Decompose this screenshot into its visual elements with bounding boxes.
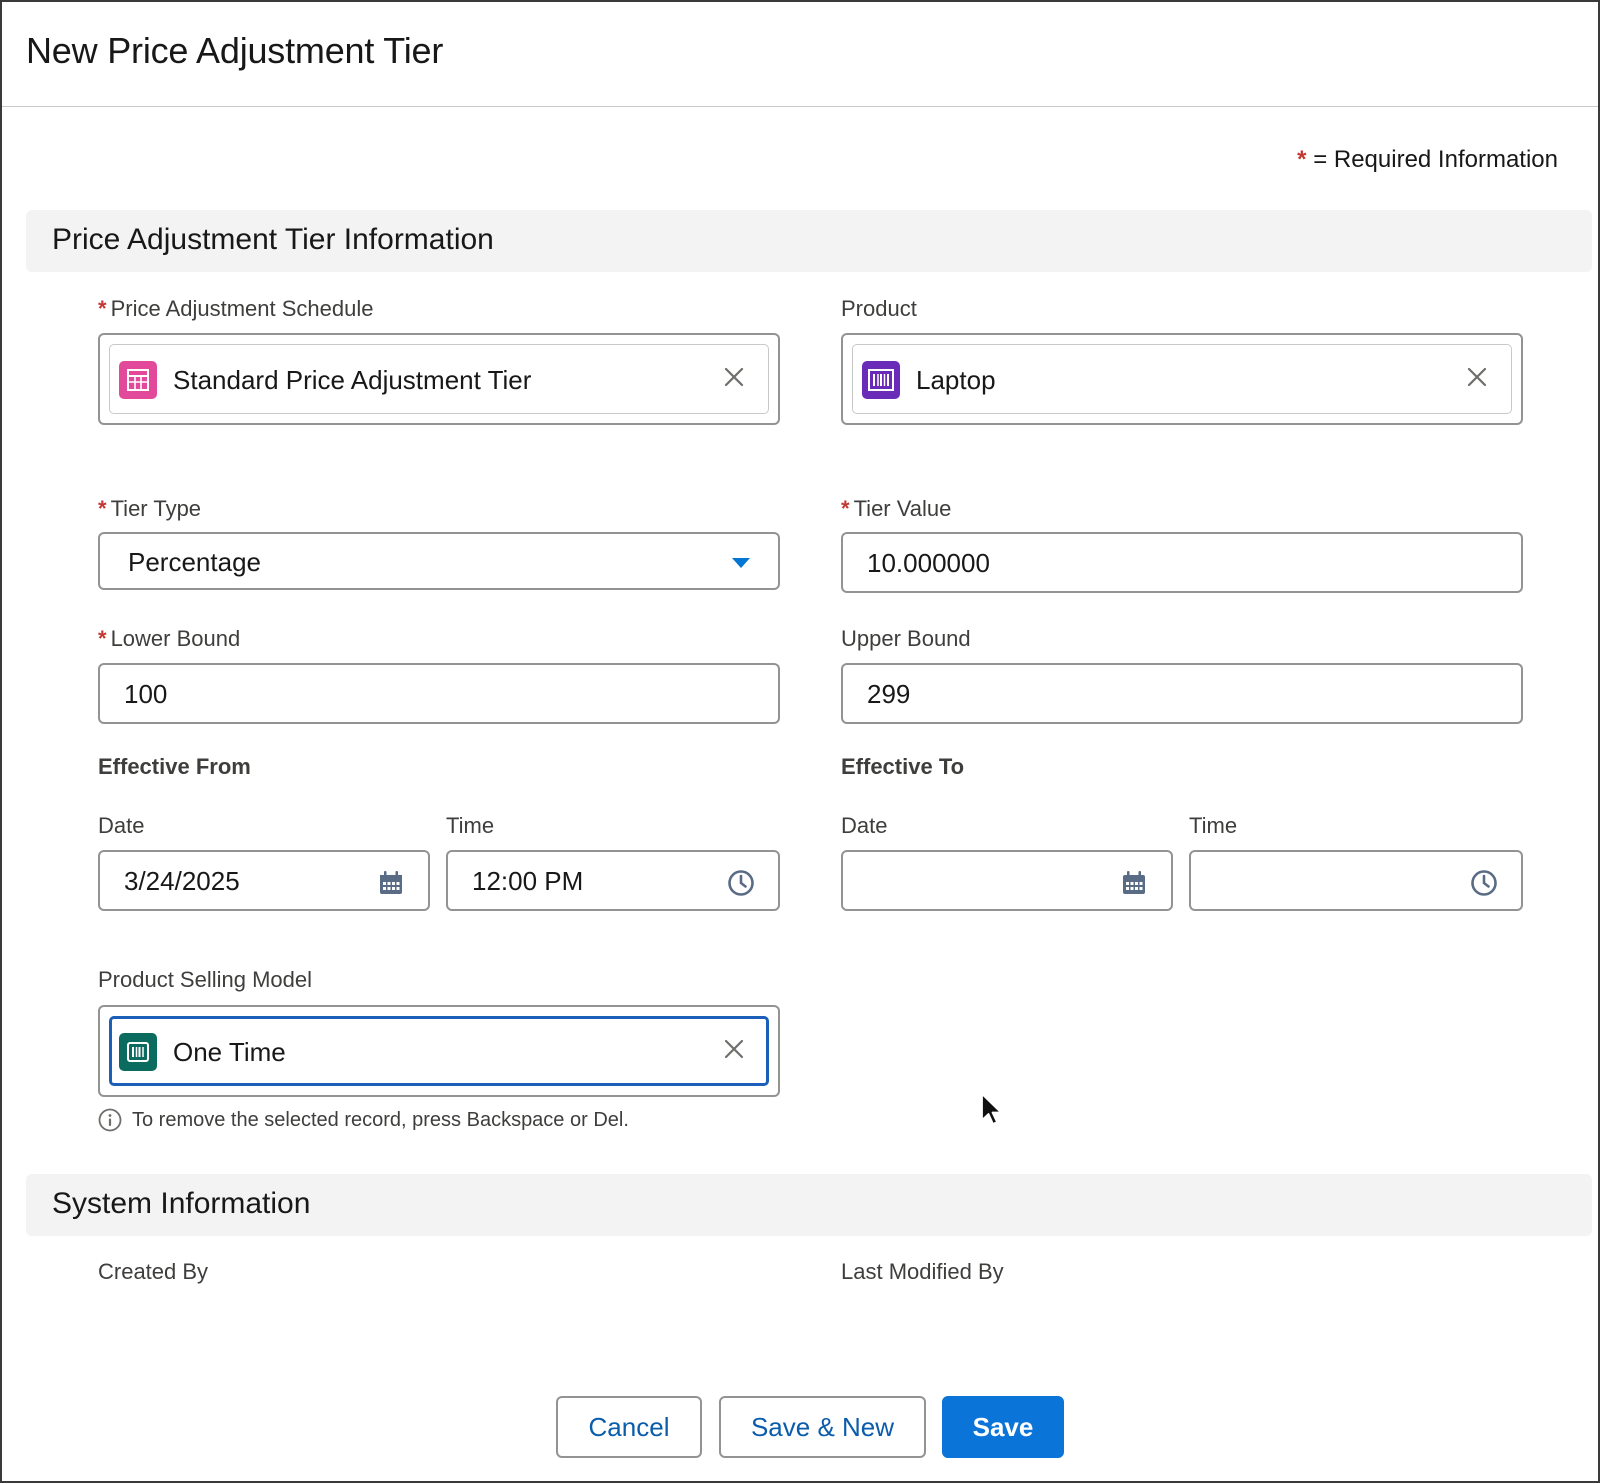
clock-icon[interactable] bbox=[1469, 868, 1499, 898]
effective-from-time-label: Time bbox=[446, 813, 495, 838]
required-information-note: * = Required Information bbox=[1297, 146, 1558, 174]
effective-from-date-value: 3/24/2025 bbox=[124, 866, 240, 896]
info-icon bbox=[98, 1108, 122, 1132]
lower-bound-label: * Lower Bound bbox=[98, 626, 241, 651]
upper-bound-value: 299 bbox=[867, 679, 911, 709]
schedule-label: * Price Adjustment Schedule bbox=[98, 296, 374, 321]
effective-to-time-label: Time bbox=[1189, 813, 1238, 838]
upper-bound-input[interactable]: 299 bbox=[841, 663, 1523, 724]
calendar-icon[interactable] bbox=[1119, 868, 1149, 898]
effective-to-heading: Effective To bbox=[841, 754, 965, 779]
product-lookup[interactable]: Laptop bbox=[841, 333, 1523, 425]
lower-bound-value: 100 bbox=[124, 679, 168, 709]
schedule-pill[interactable]: Standard Price Adjustment Tier bbox=[109, 344, 769, 414]
tier-type-select[interactable]: Percentage bbox=[98, 532, 780, 590]
effective-to-date-input[interactable] bbox=[841, 850, 1173, 911]
required-star: * bbox=[98, 496, 107, 521]
tier-value-input[interactable]: 10.000000 bbox=[841, 532, 1523, 593]
help-text: To remove the selected record, press Bac… bbox=[132, 1108, 629, 1131]
section-header-system[interactable]: System Information bbox=[26, 1174, 1592, 1236]
required-star: * bbox=[841, 496, 850, 521]
schedule-value: Standard Price Adjustment Tier bbox=[173, 365, 532, 395]
selling-model-value: One Time bbox=[173, 1037, 286, 1067]
tier-value-text: 10.000000 bbox=[867, 548, 990, 578]
price-adjustment-schedule-icon bbox=[119, 361, 157, 399]
tier-type-label: * Tier Type bbox=[98, 496, 202, 521]
clear-selection-icon[interactable] bbox=[718, 1033, 750, 1065]
lower-bound-input[interactable]: 100 bbox=[98, 663, 780, 724]
effective-from-heading: Effective From bbox=[98, 754, 251, 779]
last-modified-by-label: Last Modified By bbox=[841, 1259, 1004, 1284]
required-star: * bbox=[98, 296, 107, 321]
effective-from-date-label: Date bbox=[98, 813, 145, 838]
section-header-info[interactable]: Price Adjustment Tier Information bbox=[26, 210, 1592, 272]
required-note-text: = Required Information bbox=[1313, 146, 1558, 173]
clear-selection-icon[interactable] bbox=[1461, 361, 1493, 393]
modal-header: New Price Adjustment Tier bbox=[2, 2, 1598, 107]
section-title-info: Price Adjustment Tier Information bbox=[52, 223, 494, 256]
selling-model-help: To remove the selected record, press Bac… bbox=[98, 1108, 629, 1132]
cancel-button[interactable]: Cancel bbox=[556, 1396, 702, 1458]
effective-to-date-label: Date bbox=[841, 813, 888, 838]
modal-title: New Price Adjustment Tier bbox=[26, 30, 444, 71]
save-and-new-button[interactable]: Save & New bbox=[719, 1396, 926, 1458]
tier-value-label: * Tier Value bbox=[841, 496, 952, 521]
schedule-lookup[interactable]: Standard Price Adjustment Tier bbox=[98, 333, 780, 425]
product-selling-model-icon bbox=[119, 1033, 157, 1071]
product-barcode-icon bbox=[862, 361, 900, 399]
selling-model-lookup[interactable]: One Time bbox=[98, 1005, 780, 1097]
clear-selection-icon[interactable] bbox=[718, 361, 750, 393]
product-value: Laptop bbox=[916, 365, 996, 395]
required-star: * bbox=[1297, 146, 1307, 173]
effective-to-time-input[interactable] bbox=[1189, 850, 1523, 911]
tier-type-value: Percentage bbox=[128, 547, 261, 577]
upper-bound-label: Upper Bound bbox=[841, 626, 971, 651]
effective-from-time-value: 12:00 PM bbox=[472, 866, 584, 896]
product-label: Product bbox=[841, 296, 917, 321]
mouse-pointer-icon bbox=[980, 1092, 1004, 1133]
selling-model-pill[interactable]: One Time bbox=[109, 1016, 769, 1086]
product-pill[interactable]: Laptop bbox=[852, 344, 1512, 414]
created-by-label: Created By bbox=[98, 1259, 209, 1284]
effective-from-time-input[interactable]: 12:00 PM bbox=[446, 850, 780, 911]
modal: New Price Adjustment Tier * = Required I… bbox=[0, 0, 1600, 1483]
chevron-down-icon bbox=[726, 548, 756, 578]
clock-icon[interactable] bbox=[726, 868, 756, 898]
calendar-icon[interactable] bbox=[376, 868, 406, 898]
required-star: * bbox=[98, 626, 107, 651]
save-button[interactable]: Save bbox=[942, 1396, 1064, 1458]
section-title-system: System Information bbox=[52, 1187, 311, 1220]
effective-from-date-input[interactable]: 3/24/2025 bbox=[98, 850, 430, 911]
selling-model-label: Product Selling Model bbox=[98, 967, 313, 992]
